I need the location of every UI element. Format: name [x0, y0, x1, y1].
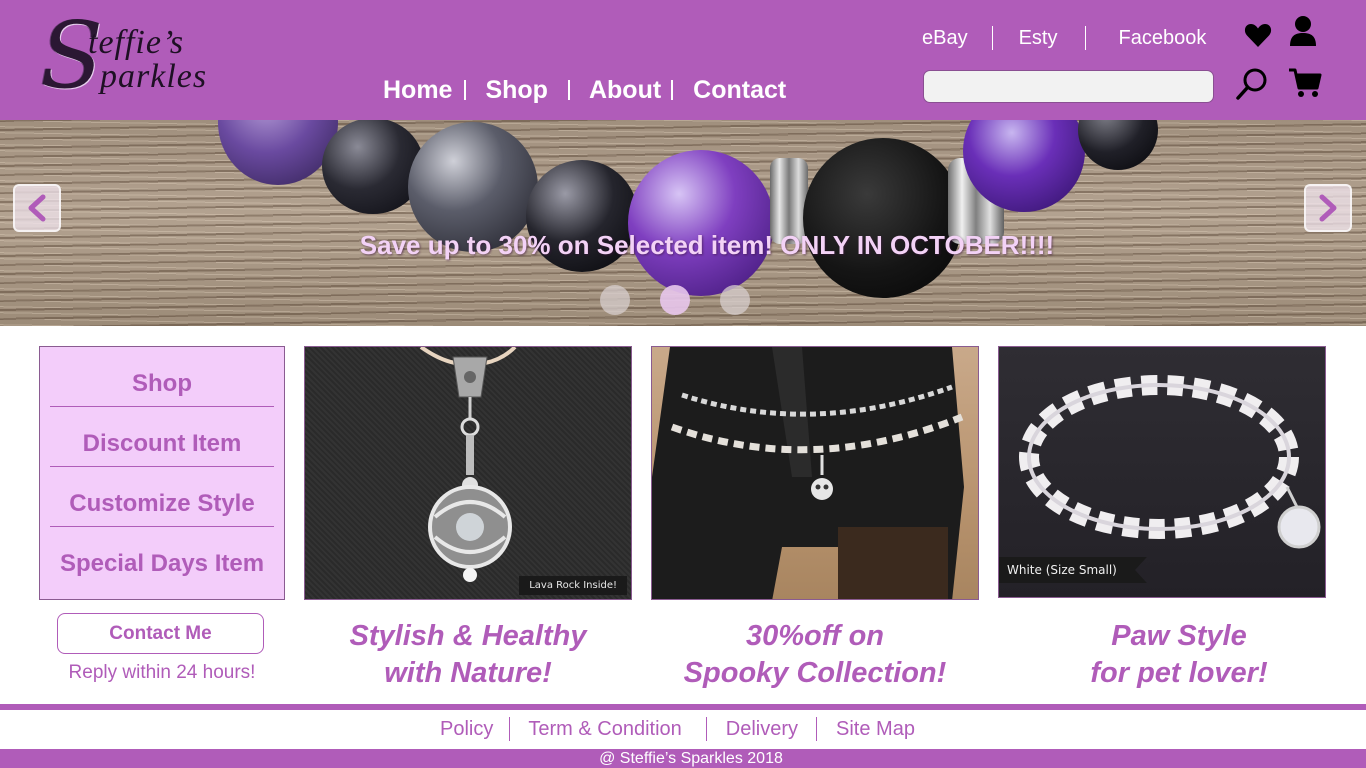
nav-contact[interactable]: Contact [693, 76, 786, 105]
product-caption-line: for pet lover! [1090, 657, 1268, 689]
footer-links: Policy Term & Condition Delivery Site Ma… [440, 714, 915, 744]
bead-image [628, 150, 774, 296]
category-sidebar: Shop Discount Item Customize Style Speci… [39, 346, 285, 600]
footer-link-policy[interactable]: Policy [440, 718, 493, 741]
external-links: eBay Esty Facebook [922, 24, 1206, 52]
carousel-dot-1[interactable] [600, 285, 630, 315]
chevron-left-icon [28, 194, 46, 222]
link-divider [1084, 26, 1086, 50]
footer-link-divider [509, 717, 511, 741]
account-button[interactable] [1288, 14, 1318, 48]
facebook-link[interactable]: Facebook [1119, 27, 1207, 50]
logo-line-1: teffie’s [88, 24, 185, 61]
copyright-bar: @ Steffie’s Sparkles 2018 [0, 749, 1366, 768]
search-input[interactable] [923, 70, 1214, 103]
esty-link[interactable]: Esty [1019, 27, 1058, 50]
nav-shop[interactable]: Shop [485, 76, 548, 105]
site-header: S teffie’s parkles Home Shop About Conta… [0, 0, 1366, 120]
hero-carousel[interactable]: Save up to 30% on Selected item! ONLY IN… [0, 120, 1366, 326]
nav-divider [464, 80, 467, 100]
search-button[interactable] [1234, 66, 1270, 102]
product-image-tag: White (Size Small) [999, 557, 1147, 583]
ebay-link[interactable]: eBay [922, 27, 968, 50]
product-image-pearl-bracelet[interactable]: White (Size Small) [998, 346, 1326, 598]
wishlist-button[interactable] [1242, 20, 1274, 50]
chevron-right-icon [1319, 194, 1337, 222]
product-caption-2[interactable]: 30%off on Spooky Collection! [651, 618, 979, 692]
boot-illustration [652, 347, 964, 599]
product-caption-3[interactable]: Paw Style for pet lover! [1015, 618, 1343, 692]
nav-about[interactable]: About [589, 76, 661, 105]
product-image-tag: Lava Rock Inside! [519, 576, 627, 595]
footer-link-divider [816, 717, 818, 741]
nav-divider [567, 80, 570, 100]
heart-icon [1244, 24, 1272, 47]
bead-image [1078, 120, 1158, 170]
product-image-boot-chain[interactable] [651, 346, 979, 600]
nav-divider [671, 80, 674, 100]
product-caption-line: Stylish & Healthy [349, 620, 587, 652]
footer-link-sitemap[interactable]: Site Map [836, 718, 915, 741]
product-caption-line: with Nature! [384, 657, 552, 689]
footer-divider [0, 704, 1366, 710]
sidebar-item-shop[interactable]: Shop [40, 347, 284, 406]
hero-caption: Save up to 30% on Selected item! ONLY IN… [359, 230, 1055, 260]
pendant-illustration [419, 347, 517, 582]
bead-image [803, 138, 963, 298]
product-image-lava-pendant[interactable]: Lava Rock Inside! [304, 346, 632, 600]
cart-button[interactable] [1288, 66, 1322, 100]
product-caption-1[interactable]: Stylish & Healthy with Nature! [304, 618, 632, 692]
logo-line-2: parkles [100, 58, 208, 95]
bead-image [218, 120, 338, 185]
product-caption-line: Spooky Collection! [683, 657, 947, 689]
sidebar-item-special-days[interactable]: Special Days Item [40, 527, 284, 586]
carousel-next-button[interactable] [1304, 184, 1352, 232]
footer-link-terms[interactable]: Term & Condition [528, 718, 681, 741]
footer-link-delivery[interactable]: Delivery [726, 718, 798, 741]
search-icon [1236, 68, 1267, 100]
footer-link-divider [705, 717, 707, 741]
product-caption-line: Paw Style [1111, 620, 1247, 652]
link-divider [991, 26, 993, 50]
carousel-prev-button[interactable] [13, 184, 61, 232]
sidebar-item-customize[interactable]: Customize Style [40, 467, 284, 526]
product-caption-line: 30%off on [745, 620, 885, 652]
reply-note: Reply within 24 hours! [68, 662, 256, 683]
carousel-dot-3[interactable] [720, 285, 750, 315]
main-nav: Home Shop About Contact [383, 72, 786, 108]
user-icon [1290, 16, 1316, 46]
contact-me-button[interactable]: Contact Me [57, 613, 264, 654]
brand-logo[interactable]: S teffie’s parkles [40, 10, 230, 106]
carousel-dot-2[interactable] [660, 285, 690, 315]
nav-home[interactable]: Home [383, 76, 452, 105]
sidebar-item-discount[interactable]: Discount Item [40, 407, 284, 466]
cart-icon [1289, 68, 1322, 97]
